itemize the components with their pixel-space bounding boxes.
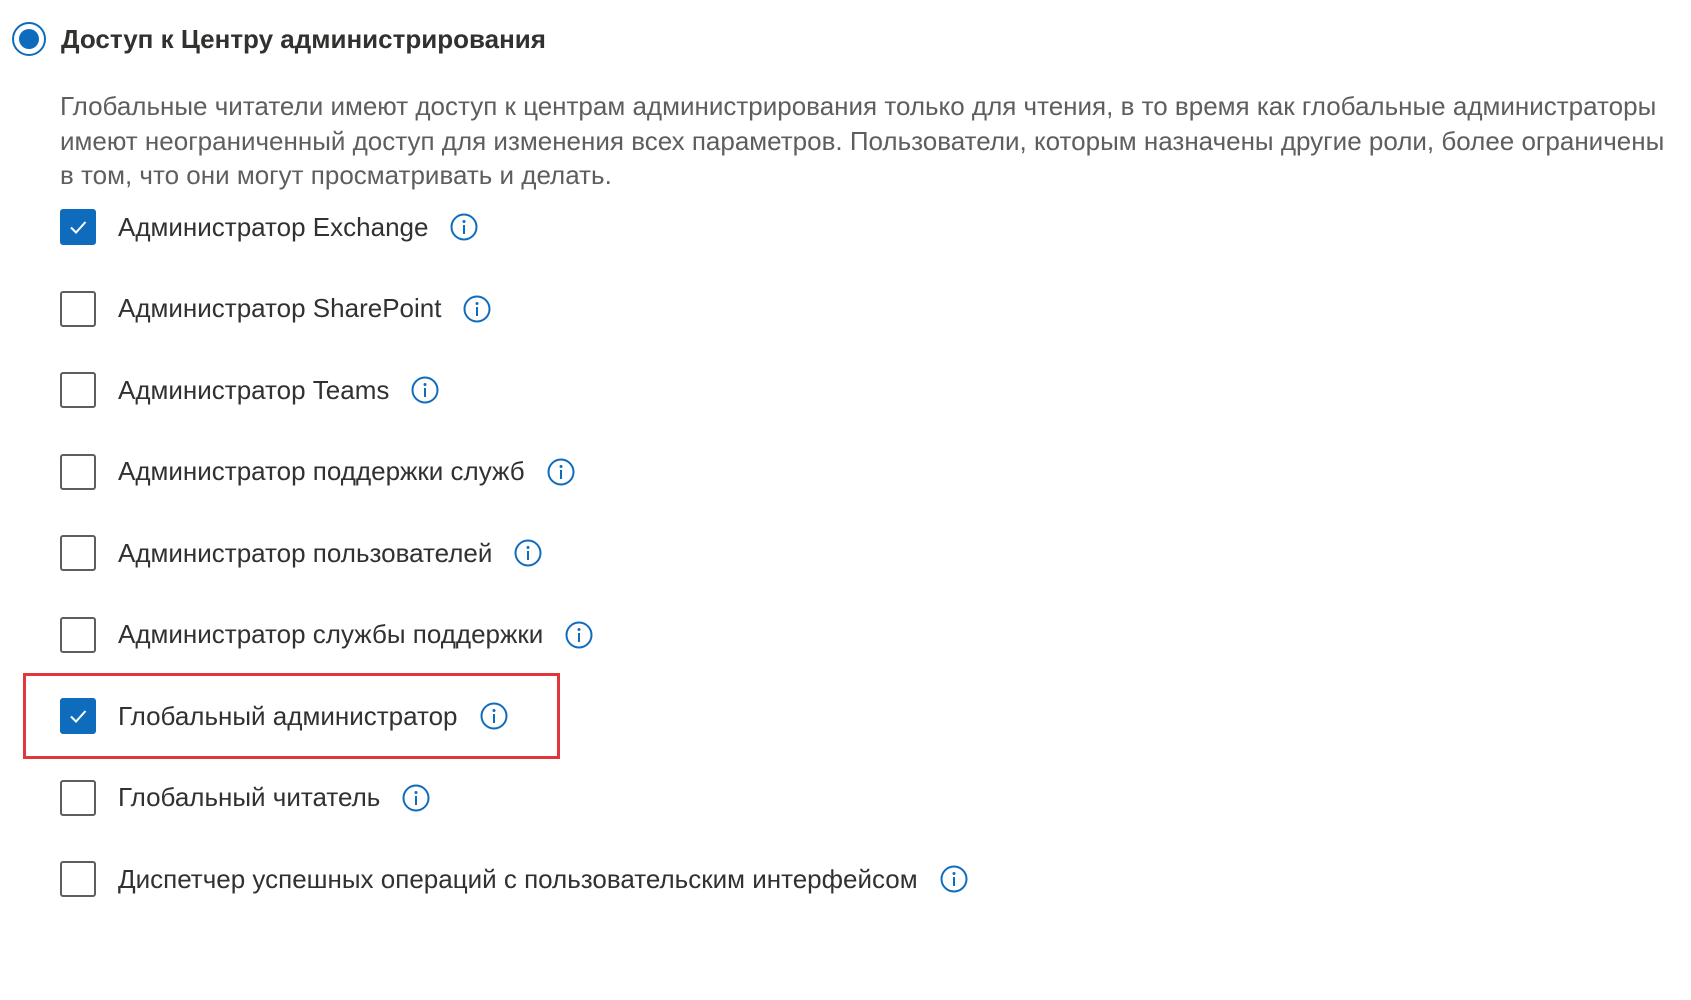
- info-icon[interactable]: [480, 702, 508, 730]
- info-icon[interactable]: [547, 458, 575, 486]
- checkmark-icon: [70, 221, 87, 234]
- section-description: Глобальные читатели имеют доступ к центр…: [60, 91, 1665, 190]
- role-checkbox[interactable]: [60, 861, 96, 897]
- info-icon[interactable]: [402, 784, 430, 812]
- radio-dot: [19, 29, 39, 49]
- role-label: Администратор поддержки служб: [118, 456, 525, 486]
- role-checkbox[interactable]: [60, 535, 96, 571]
- role-item: Диспетчер успешных операций с пользовате…: [60, 859, 968, 941]
- role-item: Глобальный администратор: [60, 696, 968, 778]
- info-icon[interactable]: [463, 295, 491, 323]
- role-checkbox[interactable]: [60, 372, 96, 408]
- role-label: Диспетчер успешных операций с пользовате…: [118, 863, 918, 894]
- role-item: Администратор Exchange: [60, 207, 968, 289]
- admin-center-access-radio[interactable]: Доступ к Центру администрирования: [12, 22, 546, 56]
- section-title: Доступ к Центру администрирования: [61, 23, 546, 54]
- info-icon[interactable]: [940, 865, 968, 893]
- role-item: Администратор Teams: [60, 370, 968, 452]
- role-label: Администратор пользователей: [118, 537, 493, 568]
- radio-selected-icon[interactable]: [12, 22, 46, 56]
- role-label: Администратор SharePoint: [118, 293, 442, 323]
- role-checkbox[interactable]: [60, 453, 96, 490]
- info-icon[interactable]: [565, 621, 593, 649]
- checkmark-icon: [70, 710, 87, 723]
- role-item: Администратор пользователей: [60, 533, 968, 615]
- role-label: Администратор службы поддержки: [118, 619, 544, 649]
- role-item: Администратор службы поддержки: [60, 615, 968, 697]
- role-label: Глобальный читатель: [118, 782, 381, 812]
- info-icon[interactable]: [411, 376, 439, 404]
- role-checkbox[interactable]: [60, 698, 96, 734]
- role-checkbox[interactable]: [60, 290, 96, 327]
- role-item: Администратор SharePoint: [60, 289, 968, 371]
- role-label: Администратор Exchange: [118, 211, 429, 242]
- roles-list: Администратор Exchange Администратор Sha…: [60, 207, 968, 941]
- role-item: Глобальный читатель: [60, 778, 968, 860]
- role-item: Администратор поддержки служб: [60, 452, 968, 534]
- role-checkbox[interactable]: [60, 209, 96, 245]
- role-checkbox[interactable]: [60, 779, 96, 816]
- info-icon[interactable]: [514, 539, 542, 567]
- role-checkbox[interactable]: [60, 616, 96, 653]
- role-label: Администратор Teams: [118, 374, 390, 405]
- info-icon[interactable]: [450, 213, 478, 241]
- role-label: Глобальный администратор: [118, 700, 458, 731]
